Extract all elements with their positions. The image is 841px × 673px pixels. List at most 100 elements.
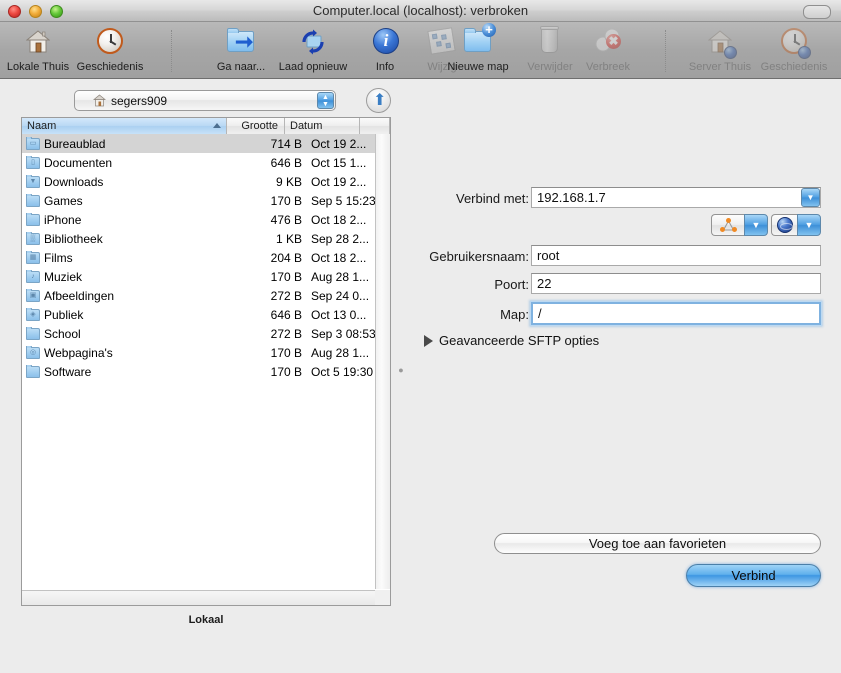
chevron-down-icon[interactable]: ▼	[797, 214, 821, 236]
file-name-label: Bureaublad	[44, 136, 106, 151]
chevron-down-icon[interactable]: ▼	[744, 214, 768, 236]
file-list-row[interactable]: Software 170 B Oct 5 19:30	[22, 362, 375, 381]
folder-icon	[26, 364, 40, 378]
file-list-row[interactable]: Games 170 B Sep 5 15:23	[22, 191, 375, 210]
split-view-divider[interactable]: ●	[397, 366, 405, 375]
toolbar-button-label: Geschiedenis	[760, 61, 828, 73]
toolbar-button-label: Nieuwe map	[447, 61, 509, 73]
file-name-cell: ◈ Publiek	[22, 307, 240, 322]
port-label: Poort:	[494, 277, 529, 292]
username-input[interactable]: root	[531, 245, 821, 266]
window-title: Computer.local (localhost): verbroken	[312, 3, 529, 18]
bonjour-icon[interactable]	[711, 214, 744, 236]
toolbar-separator	[665, 30, 667, 72]
globe-browse-button[interactable]: ▼	[771, 214, 821, 236]
file-list-row[interactable]: ▒ Bibliotheek 1 KB Sep 28 2...	[22, 229, 375, 248]
globe-icon[interactable]	[771, 214, 797, 236]
toolbar-button-nieuwe-map[interactable]: + Nieuwe map	[442, 23, 514, 78]
house-icon	[21, 25, 55, 59]
up-arrow-icon: ⬆	[373, 92, 387, 109]
file-list-vertical-scrollbar[interactable]	[375, 134, 390, 589]
path-popup-button[interactable]: segers909 ▲ ▼	[74, 90, 336, 111]
connect-button[interactable]: Verbind	[686, 564, 821, 587]
home-icon	[93, 94, 106, 107]
toolbar-button-verbreek[interactable]: ✖ Verbreek	[572, 24, 644, 78]
toolbar-button-label: Verbreek	[585, 61, 631, 73]
file-list-row[interactable]: ▭ Bureaublad 714 B Oct 19 2...	[22, 134, 375, 153]
toolbar: Lokale Thuis Geschiedenis ➞ Ga naar... L…	[0, 22, 841, 79]
clock-icon	[93, 25, 127, 59]
toolbar-button-ga-naar[interactable]: ➞ Ga naar...	[205, 24, 277, 78]
file-size-cell: 646 B	[270, 155, 302, 170]
file-size-cell: 170 B	[270, 193, 302, 208]
toolbar-button-geschiedenis-server[interactable]: Geschiedenis	[758, 24, 830, 78]
scrollbar-corner	[375, 590, 390, 605]
advanced-sftp-options-label: Geavanceerde SFTP opties	[439, 333, 600, 348]
folder-icon	[26, 326, 40, 340]
file-name-label: Downloads	[44, 174, 104, 189]
file-list-row[interactable]: iPhone 476 B Oct 18 2...	[22, 210, 375, 229]
file-list-row[interactable]: ◎ Webpagina's 170 B Aug 28 1...	[22, 343, 375, 362]
local-pane-label: Lokaal	[188, 614, 224, 626]
file-size-cell: 170 B	[270, 269, 302, 284]
host-label: Verbind met:	[456, 191, 529, 206]
file-size-cell: 170 B	[270, 364, 302, 379]
file-name-label: Films	[44, 250, 73, 265]
file-name-label: Muziek	[44, 269, 83, 284]
file-date-cell: Sep 24 0...	[311, 288, 370, 303]
desktop-folder-icon: ▭	[26, 136, 40, 150]
library-folder-icon: ▒	[26, 231, 40, 245]
file-name-cell: ▦ Films	[22, 250, 240, 265]
file-list-body[interactable]: ▭ Bureaublad 714 B Oct 19 2... ▯ Documenten 64…	[22, 134, 375, 589]
file-size-cell: 1 KB	[275, 231, 302, 246]
file-date-cell: Oct 15 1...	[311, 155, 367, 170]
up-arrow-button[interactable]: ⬆	[366, 88, 391, 113]
file-list-row[interactable]: ◈ Publiek 646 B Oct 13 0...	[22, 305, 375, 324]
file-list-horizontal-scrollbar[interactable]	[22, 590, 390, 605]
file-list-row[interactable]: ▣ Afbeeldingen 272 B Sep 24 0...	[22, 286, 375, 305]
public-folder-icon: ◈	[26, 307, 40, 321]
file-name-label: Webpagina's	[44, 345, 113, 360]
port-input[interactable]: 22	[531, 273, 821, 294]
file-list-row[interactable]: ▼ Downloads 9 KB Oct 19 2...	[22, 172, 375, 191]
file-name-cell: iPhone	[22, 212, 240, 227]
server-clock-icon	[777, 25, 811, 59]
file-size-cell: 646 B	[270, 307, 302, 322]
chevron-down-icon[interactable]: ▼	[801, 188, 820, 207]
port-value: 22	[537, 276, 552, 291]
add-to-favorites-button[interactable]: Voeg toe aan favorieten	[494, 533, 821, 554]
sort-ascending-icon	[213, 123, 221, 128]
column-header-naam[interactable]: Naam	[22, 118, 227, 134]
toolbar-toggle-button[interactable]	[803, 5, 831, 19]
file-date-cell: Aug 28 1...	[311, 269, 370, 284]
toolbar-button-geschiedenis-local[interactable]: Geschiedenis	[74, 24, 146, 78]
host-combobox[interactable]: 192.168.1.7 ▼	[531, 187, 821, 208]
file-list-row[interactable]: School 272 B Sep 3 08:53	[22, 324, 375, 343]
toolbar-button-label: Info	[375, 61, 395, 73]
pictures-folder-icon: ▣	[26, 288, 40, 302]
toolbar-button-laad-opnieuw[interactable]: Laad opnieuw	[277, 24, 349, 78]
directory-input[interactable]: /	[530, 301, 822, 326]
file-name-label: Publiek	[44, 307, 84, 322]
toolbar-button-lokale-thuis[interactable]: Lokale Thuis	[2, 24, 74, 78]
disconnect-icon: ✖	[591, 25, 625, 59]
file-size-cell: 714 B	[270, 136, 302, 151]
column-header-datum[interactable]: Datum	[285, 118, 360, 134]
file-name-cell: Games	[22, 193, 240, 208]
toolbar-button-server-thuis[interactable]: Server Thuis	[684, 24, 756, 78]
file-size-cell: 170 B	[270, 345, 302, 360]
file-list-row[interactable]: ♪ Muziek 170 B Aug 28 1...	[22, 267, 375, 286]
file-name-label: Afbeeldingen	[44, 288, 115, 303]
file-list-row[interactable]: ▯ Documenten 646 B Oct 15 1...	[22, 153, 375, 172]
file-list-row[interactable]: ▦ Films 204 B Oct 18 2...	[22, 248, 375, 267]
column-header-grootte[interactable]: Grootte	[227, 118, 285, 134]
goto-folder-icon: ➞	[224, 25, 258, 59]
folder-icon	[26, 193, 40, 207]
file-name-cell: ▭ Bureaublad	[22, 136, 240, 151]
file-name-label: Games	[44, 193, 83, 208]
bonjour-browse-button[interactable]: ▼	[711, 214, 768, 236]
path-stepper-icon[interactable]: ▲ ▼	[317, 92, 334, 109]
host-value: 192.168.1.7	[537, 190, 606, 205]
advanced-sftp-options-disclosure[interactable]: Geavanceerde SFTP opties	[424, 333, 599, 348]
file-date-cell: Oct 18 2...	[311, 212, 367, 227]
